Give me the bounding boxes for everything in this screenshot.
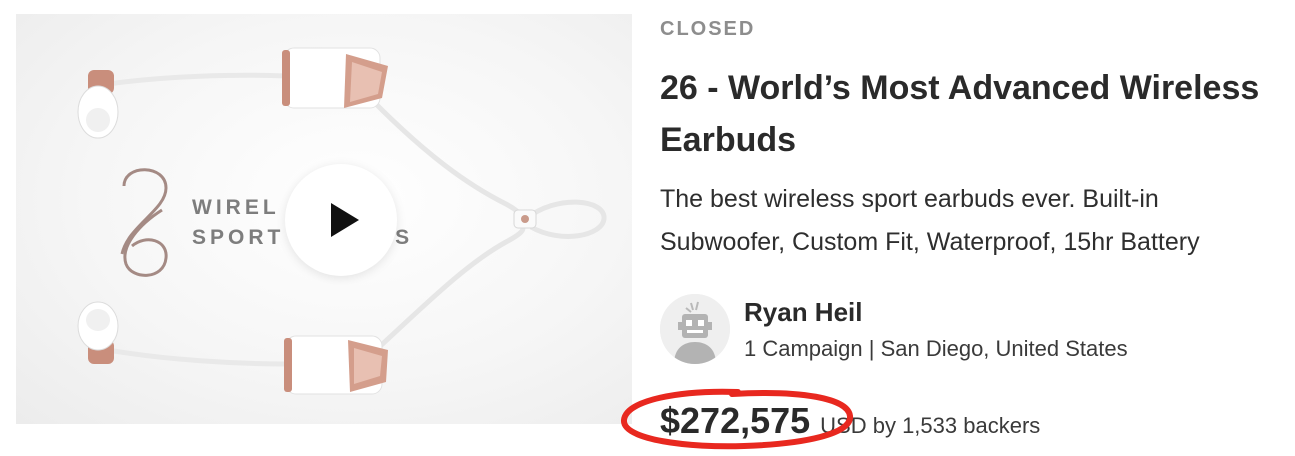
campaign-status-badge: CLOSED bbox=[660, 18, 756, 40]
funding-amount: $272,575 bbox=[660, 400, 811, 441]
campaign-blurb: The best wireless sport earbuds ever. Bu… bbox=[660, 185, 1200, 256]
play-button[interactable] bbox=[285, 164, 397, 276]
robot-avatar-icon[interactable] bbox=[660, 294, 730, 364]
campaign-title[interactable]: 26 - World’s Most Advanced Wireless Earb… bbox=[660, 62, 1280, 166]
creator-section: Ryan Heil 1 Campaign | San Diego, United… bbox=[660, 294, 1128, 364]
creator-meta: 1 Campaign | San Diego, United States bbox=[744, 336, 1128, 361]
creator-info: Ryan Heil 1 Campaign | San Diego, United… bbox=[744, 296, 1128, 362]
brand-line-1: WIREL bbox=[192, 196, 280, 219]
creator-name-link[interactable]: Ryan Heil bbox=[744, 296, 863, 328]
campaign-card: WIREL SPORT DS CLOSED 26 - World’s Most … bbox=[0, 0, 1295, 456]
brand-line-2: SPORT bbox=[192, 226, 284, 249]
play-icon bbox=[331, 203, 359, 237]
funding-backers: USD by 1,533 backers bbox=[820, 413, 1041, 438]
campaign-video-thumbnail[interactable]: WIREL SPORT DS bbox=[16, 14, 632, 424]
funding-summary: $272,575 USD by 1,533 backers bbox=[660, 400, 1040, 442]
